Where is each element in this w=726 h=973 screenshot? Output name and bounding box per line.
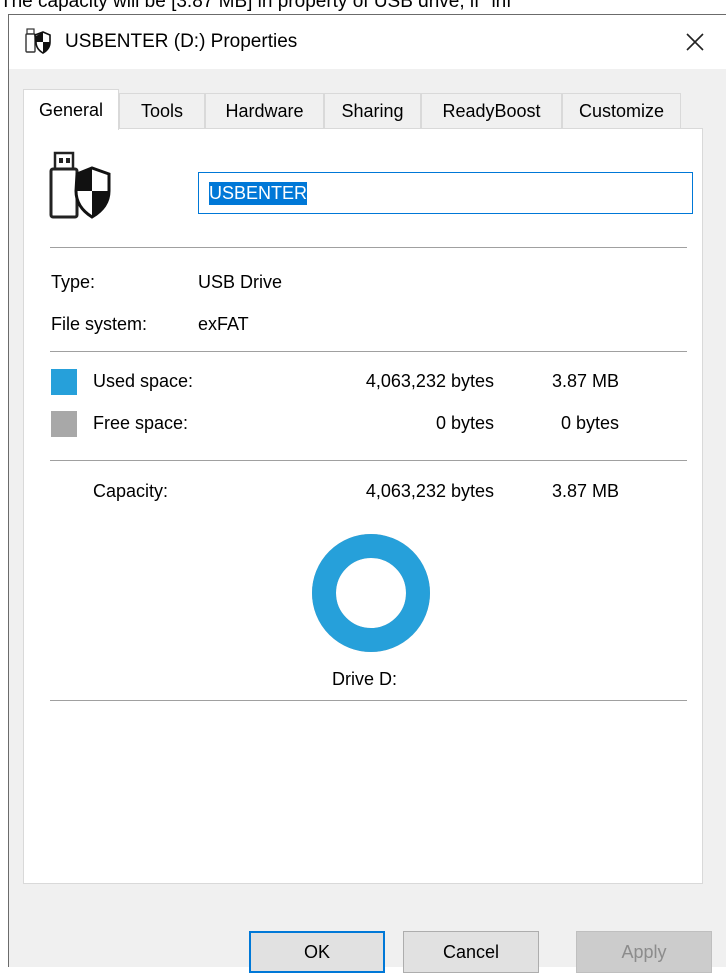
tab-hardware[interactable]: Hardware [205,93,324,129]
drive-letter-label: Drive D: [332,669,398,689]
tab-readyboost[interactable]: ReadyBoost [421,93,562,129]
used-space-label: Used space: [93,371,194,391]
close-button[interactable] [664,15,726,69]
capacity-bytes: 4,063,232 bytes [365,481,494,501]
divider-top [50,247,687,248]
used-space-size: 3.87 MB [551,371,619,391]
caption-text: The capacity will be [3.87 MB] in proper… [0,0,512,12]
capacity-size: 3.87 MB [551,481,619,501]
divider-middle [50,351,687,352]
free-space-swatch [51,411,77,437]
file-system-label: File system: [51,314,148,334]
title-bar: USBENTER (D:) Properties [9,15,726,69]
free-space-label: Free space: [93,413,189,433]
file-system-value: exFAT [198,314,249,334]
capacity-label: Capacity: [93,481,169,501]
tab-tools[interactable]: Tools [119,93,205,129]
general-panel: USBENTER Type: USB Drive File system: ex… [23,128,703,884]
tab-strip: General Tools Hardware Sharing ReadyBoos… [23,89,703,130]
tab-customize[interactable]: Customize [562,93,681,129]
tab-general[interactable]: General [23,89,119,130]
usage-donut-chart [312,534,430,652]
type-value: USB Drive [198,272,283,292]
usb-drive-icon [25,28,51,54]
divider-capacity [50,460,687,461]
type-label: Type: [51,272,96,292]
drive-name-input[interactable]: USBENTER [198,172,693,214]
drive-name-selected-text: USBENTER [209,181,308,205]
used-space-bytes: 4,063,232 bytes [365,371,494,391]
close-icon [686,33,704,51]
usb-shield-icon [49,151,111,219]
tab-sharing[interactable]: Sharing [324,93,421,129]
donut-used-ring [312,534,430,652]
free-space-size: 0 bytes [560,413,619,433]
window-title: USBENTER (D:) Properties [65,31,298,52]
properties-window: USBENTER (D:) Properties General Tools H… [8,14,726,973]
free-space-bytes: 0 bytes [435,413,494,433]
divider-bottom [50,700,687,701]
used-space-swatch [51,369,77,395]
